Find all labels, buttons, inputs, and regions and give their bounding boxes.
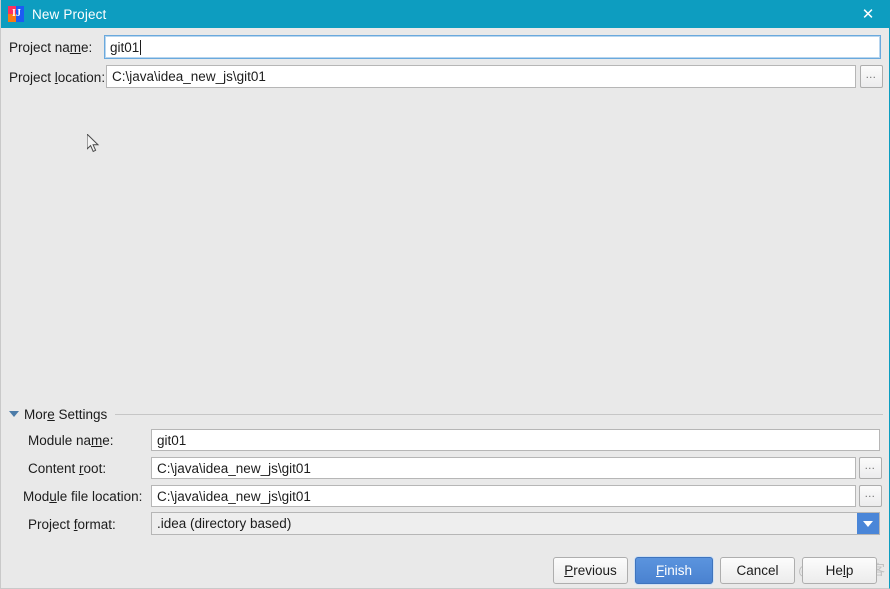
project-name-value: git01 xyxy=(110,39,140,55)
text-caret xyxy=(140,39,142,55)
project-location-label: Project location: xyxy=(9,70,106,85)
module-name-value: git01 xyxy=(157,432,187,448)
project-format-select[interactable]: .idea (directory based) xyxy=(151,512,880,535)
help-button[interactable]: Help xyxy=(802,557,877,584)
project-location-input[interactable]: C:\java\idea_new_js\git01 xyxy=(106,65,856,88)
content-root-input[interactable]: C:\java\idea_new_js\git01 xyxy=(151,457,856,479)
previous-button[interactable]: Previous xyxy=(553,557,628,584)
module-name-label: Module name: xyxy=(28,433,114,448)
content-root-label: Content root: xyxy=(28,461,107,476)
window-title: New Project xyxy=(32,6,107,22)
browse-content-root-button[interactable]: … xyxy=(859,457,882,479)
content-root-value: C:\java\idea_new_js\git01 xyxy=(157,460,311,476)
finish-button[interactable]: Finish xyxy=(635,557,713,584)
chevron-down-icon[interactable] xyxy=(857,513,879,534)
new-project-dialog: IJ New Project ✕ Project name: git01 Pro… xyxy=(0,0,890,589)
browse-module-file-location-button[interactable]: … xyxy=(859,485,882,507)
browse-project-location-button[interactable]: … xyxy=(860,65,883,88)
title-bar: IJ New Project ✕ xyxy=(1,0,890,28)
project-location-value: C:\java\idea_new_js\git01 xyxy=(112,69,266,84)
chevron-down-icon xyxy=(9,411,19,417)
project-format-value: .idea (directory based) xyxy=(157,516,292,531)
more-settings-label: More Settings xyxy=(24,406,108,422)
section-divider xyxy=(115,413,883,415)
project-format-label: Project format: xyxy=(28,517,116,532)
module-name-input[interactable]: git01 xyxy=(151,429,880,451)
project-name-input[interactable]: git01 xyxy=(104,35,881,59)
intellij-idea-icon: IJ xyxy=(8,6,24,22)
cancel-button[interactable]: Cancel xyxy=(720,557,795,584)
module-file-location-value: C:\java\idea_new_js\git01 xyxy=(157,488,311,504)
project-name-label: Project name: xyxy=(9,40,93,55)
module-file-location-label: Module file location: xyxy=(23,489,143,504)
module-file-location-input[interactable]: C:\java\idea_new_js\git01 xyxy=(151,485,856,507)
more-settings-toggle[interactable]: More Settings xyxy=(9,405,883,423)
close-icon[interactable]: ✕ xyxy=(845,0,890,28)
mouse-cursor xyxy=(87,134,100,153)
